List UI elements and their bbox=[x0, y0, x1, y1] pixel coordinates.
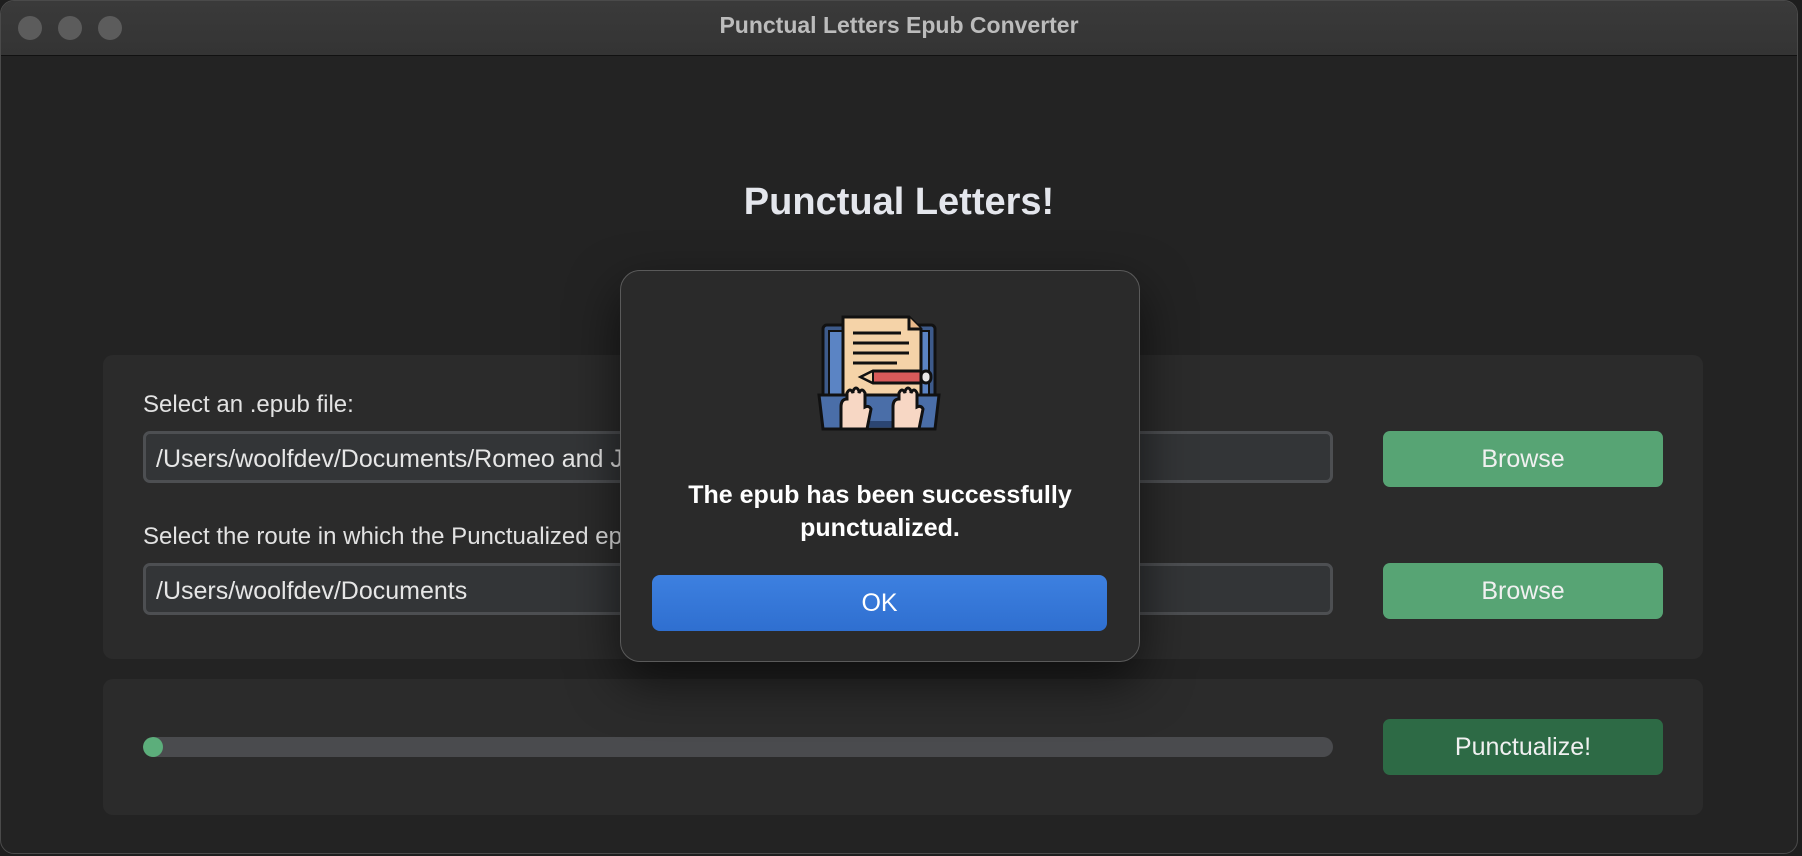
window-title: Punctual Letters Epub Converter bbox=[719, 12, 1079, 38]
title-bar: Punctual Letters Epub Converter bbox=[1, 1, 1797, 56]
progress-panel: Punctualize! bbox=[103, 679, 1703, 815]
app-heading: Punctual Letters! bbox=[743, 181, 1055, 223]
epub-file-label: Select an .epub file: bbox=[143, 391, 354, 418]
progress-bar-fill bbox=[143, 737, 163, 757]
browse-route-button[interactable]: Browse bbox=[1383, 563, 1663, 619]
progress-bar bbox=[143, 737, 1333, 757]
ok-button[interactable]: OK bbox=[652, 575, 1107, 631]
dialog-message: The epub has been successfully punctuali… bbox=[688, 481, 1072, 542]
punctualize-button[interactable]: Punctualize! bbox=[1383, 719, 1663, 775]
writing-laptop-icon bbox=[817, 315, 941, 431]
browse-epub-button[interactable]: Browse bbox=[1383, 431, 1663, 487]
success-dialog: The epub has been successfully punctuali… bbox=[620, 270, 1140, 662]
